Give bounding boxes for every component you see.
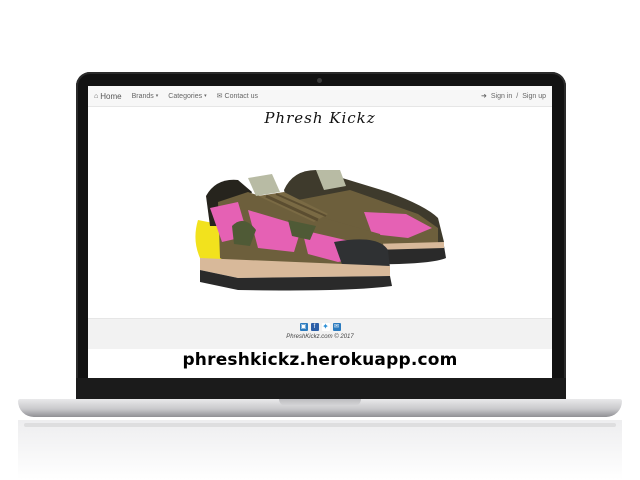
nav-separator: /: [516, 92, 519, 100]
nav-brands-dropdown[interactable]: Brands ▾: [132, 93, 159, 100]
copyright-text: PhreshKickz.com © 2017: [286, 334, 354, 340]
laptop-reflection: [18, 420, 622, 480]
navbar: ⌂ Home Brands ▾ Categories ▾ ✉ Contact u…: [88, 86, 552, 107]
laptop-opening-notch: [279, 399, 361, 406]
email-icon[interactable]: ✉: [332, 323, 341, 331]
facebook-icon[interactable]: f: [310, 323, 319, 331]
social-links: ▣ f ✦ ✉: [88, 323, 552, 331]
screen-bottom-bezel: [76, 378, 566, 400]
nav-home-label: Home: [100, 91, 122, 101]
nav-left: ⌂ Home Brands ▾ Categories ▾ ✉ Contact u…: [88, 92, 258, 101]
sign-in-icon: ➜: [481, 93, 487, 100]
webcam-icon: [317, 78, 322, 83]
brand-logo[interactable]: Phresh Kickz: [88, 109, 552, 127]
sign-in-link[interactable]: Sign in: [491, 93, 512, 100]
sign-up-link[interactable]: Sign up: [522, 93, 546, 100]
caret-down-icon: ▾: [204, 93, 207, 99]
product-image: [88, 130, 552, 337]
footer: ▣ f ✦ ✉ PhreshKickz.com © 2017: [88, 318, 552, 349]
home-icon: ⌂: [94, 92, 99, 100]
nav-home-link[interactable]: ⌂ Home: [94, 92, 122, 101]
instagram-icon[interactable]: ▣: [299, 323, 308, 331]
nav-contact-link[interactable]: ✉ Contact us: [216, 92, 258, 101]
nav-categories-dropdown[interactable]: Categories ▾: [168, 93, 206, 100]
nav-brands-label: Brands: [131, 92, 154, 100]
sneaker-pair-illustration: [195, 170, 446, 291]
site-url-caption: phreshkickz.herokuapp.com: [182, 350, 458, 370]
nav-right: ➜ Sign in / Sign up: [481, 92, 552, 101]
nav-contact-label: Contact us: [224, 92, 258, 100]
envelope-icon: ✉: [216, 93, 223, 100]
nav-categories-label: Categories: [168, 92, 203, 100]
laptop-screen: ⌂ Home Brands ▾ Categories ▾ ✉ Contact u…: [88, 86, 552, 378]
caret-down-icon: ▾: [155, 93, 159, 99]
reflection-line: [24, 423, 616, 427]
twitter-icon[interactable]: ✦: [321, 323, 330, 331]
